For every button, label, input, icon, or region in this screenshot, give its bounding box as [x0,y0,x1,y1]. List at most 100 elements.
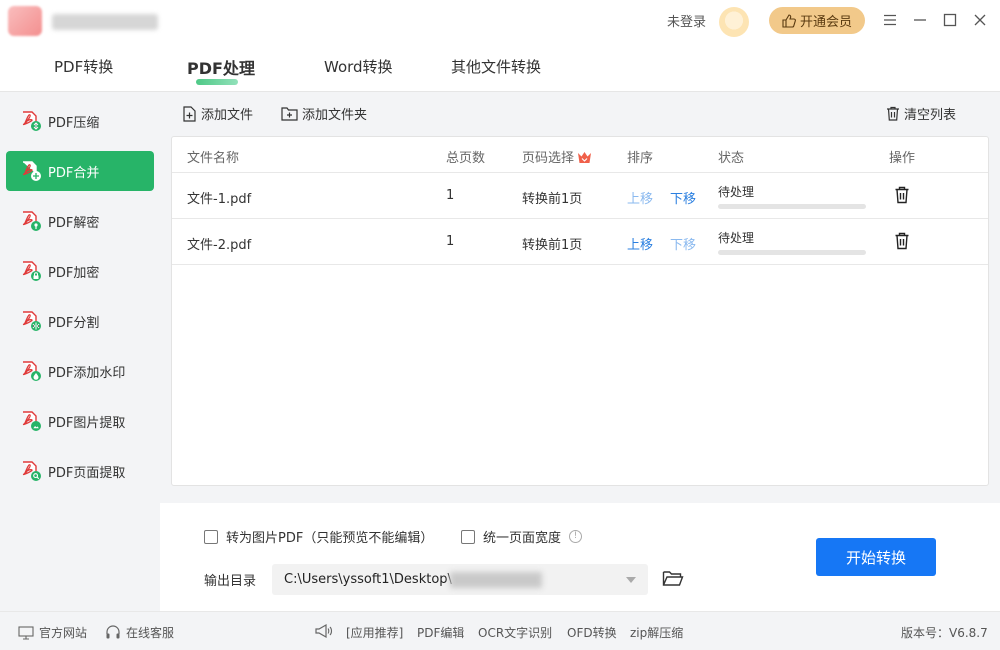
tab-pdf-process[interactable]: PDF处理 [187,55,255,79]
sidebar-item-label: PDF压缩 [48,115,100,131]
delete-button[interactable] [894,232,910,254]
sidebar-item-pdf-encrypt[interactable]: PDF加密 [6,251,154,291]
main-tabs: PDF转换 PDF处理 Word转换 其他文件转换 [0,42,1000,92]
col-filename: 文件名称 [187,151,240,166]
col-order: 排序 [627,151,654,166]
title-bar: 未登录 开通会员 [0,0,1000,42]
to-image-pdf-label: 转为图片PDF（只能预览不能编辑） [226,531,434,546]
trash-icon [887,106,899,121]
file-page-range[interactable]: 转换前1页 [522,188,582,207]
footer-link-pdf-edit[interactable]: PDF编辑 [417,624,464,641]
clear-list-label: 清空列表 [904,108,957,123]
login-status[interactable]: 未登录 [667,11,706,30]
chevron-down-icon[interactable] [626,577,636,583]
to-image-pdf-checkbox[interactable]: 转为图片PDF（只能预览不能编辑） [204,527,433,546]
file-table: 文件名称 总页数 页码选择 排序 状态 操作 文件-1.pdf 1 转换前1页 … [171,136,989,486]
pdf-page-extract-icon [20,460,42,482]
clear-list-button[interactable]: 清空列表 [886,104,956,123]
add-file-button[interactable]: 添加文件 [182,104,253,123]
trash-icon [895,232,909,250]
output-options: 转为图片PDF（只能预览不能编辑） 统一页面宽度 ! 输出目录 C:\Users… [160,503,1000,611]
vip-button[interactable]: 开通会员 [769,7,865,34]
close-icon[interactable] [970,10,990,30]
pdf-merge-icon [20,160,42,182]
unify-width-label: 统一页面宽度 [483,531,562,546]
footer: 官方网站 在线客服 [应用推荐] PDF编辑 OCR文字识别 OFD转换 zip… [0,611,1000,650]
checkbox-box[interactable] [461,529,475,544]
tab-pdf-convert[interactable]: PDF转换 [54,56,113,77]
menu-icon[interactable] [880,10,900,30]
pdf-watermark-icon [20,360,42,382]
file-pages: 1 [446,188,455,203]
tab-other-convert[interactable]: 其他文件转换 [451,56,541,77]
col-total-pages: 总页数 [446,151,486,166]
progress-bar [718,204,866,209]
vip-button-label: 开通会员 [799,15,852,30]
table-row[interactable]: 文件-1.pdf 1 转换前1页 上移 下移 待处理 [172,173,988,219]
move-up-link[interactable]: 上移 [627,234,653,253]
avatar[interactable] [719,7,749,37]
sidebar-item-pdf-page-extract[interactable]: PDF页面提取 [6,451,154,491]
pdf-compress-icon [20,110,42,132]
redacted-path [450,572,542,588]
sidebar-item-label: PDF解密 [48,215,100,231]
add-folder-label: 添加文件夹 [302,108,368,123]
pdf-split-icon [20,310,42,332]
pdf-image-extract-icon [20,410,42,432]
active-tab-indicator [196,79,238,85]
tab-word-convert[interactable]: Word转换 [324,56,393,77]
maximize-icon[interactable] [940,10,960,30]
vip-crown-icon [578,152,592,163]
file-name: 文件-1.pdf [187,192,252,207]
table-header: 文件名称 总页数 页码选择 排序 状态 操作 [172,137,988,173]
open-folder-icon[interactable] [662,569,684,589]
col-status: 状态 [718,151,745,166]
sidebar: PDF压缩 PDF合并 PDF解密 PDF加密 PDF分割 PDF添加水印 PD… [0,92,160,612]
footer-link-ocr[interactable]: OCR文字识别 [478,624,552,641]
online-service-label: 在线客服 [126,626,175,640]
status-text: 待处理 [718,185,755,199]
add-folder-icon [281,107,298,121]
add-folder-button[interactable]: 添加文件夹 [281,104,367,123]
delete-button[interactable] [894,186,910,208]
col-page-range-label: 页码选择 [522,151,575,166]
sidebar-item-label: PDF图片提取 [48,415,126,431]
sidebar-item-pdf-merge[interactable]: PDF合并 [6,151,154,191]
table-row[interactable]: 文件-2.pdf 1 转换前1页 上移 下移 待处理 [172,219,988,265]
sidebar-item-label: PDF页面提取 [48,465,126,481]
output-dir-label: 输出目录 [204,574,257,589]
add-file-icon [183,105,196,122]
move-up-link[interactable]: 上移 [627,188,653,207]
info-icon[interactable]: ! [569,530,583,543]
official-site-link[interactable]: 官方网站 [18,624,87,641]
sidebar-item-pdf-split[interactable]: PDF分割 [6,301,154,341]
version-text: 版本号：V6.8.7 [901,626,988,640]
progress-bar [718,250,866,255]
col-action: 操作 [889,151,916,166]
sidebar-item-label: PDF加密 [48,265,100,281]
add-file-label: 添加文件 [201,108,254,123]
monitor-icon [18,625,34,640]
footer-link-ofd[interactable]: OFD转换 [567,624,617,641]
output-dir-select[interactable]: C:\Users\yssoft1\Desktop\ [272,564,648,595]
unify-width-checkbox[interactable]: 统一页面宽度 ! [461,527,583,546]
app-logo [8,6,158,36]
sidebar-item-label: PDF合并 [48,165,100,181]
file-page-range[interactable]: 转换前1页 [522,234,582,253]
footer-link-zip[interactable]: zip解压缩 [630,624,683,641]
start-convert-button[interactable]: 开始转换 [816,538,936,576]
sidebar-item-pdf-watermark[interactable]: PDF添加水印 [6,351,154,391]
move-down-link[interactable]: 下移 [670,234,696,253]
megaphone-icon [314,622,334,640]
file-pages: 1 [446,234,455,249]
sidebar-item-pdf-image-extract[interactable]: PDF图片提取 [6,401,154,441]
sidebar-item-pdf-decrypt[interactable]: PDF解密 [6,201,154,241]
sidebar-item-label: PDF分割 [48,315,100,331]
online-service-link[interactable]: 在线客服 [105,624,174,641]
logo-icon [8,6,42,36]
move-down-link[interactable]: 下移 [670,188,696,207]
minimize-icon[interactable] [910,10,930,30]
pdf-encrypt-icon [20,260,42,282]
sidebar-item-pdf-compress[interactable]: PDF压缩 [6,101,154,141]
checkbox-box[interactable] [204,529,218,544]
